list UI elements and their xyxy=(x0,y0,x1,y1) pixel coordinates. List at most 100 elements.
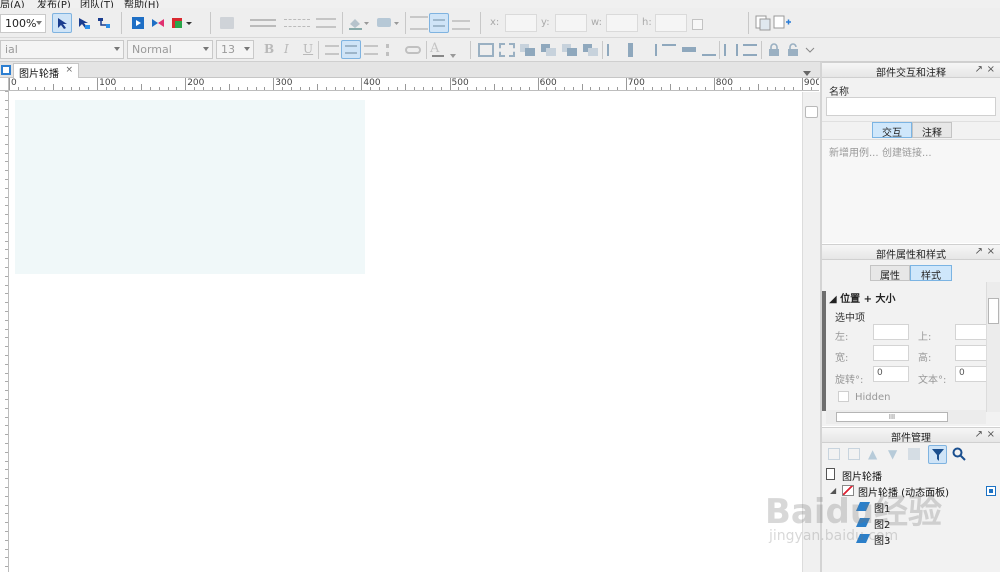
line-style-icon[interactable] xyxy=(250,19,276,27)
properties-vertical-scrollbar[interactable] xyxy=(986,282,1000,412)
canvas-vertical-scrollbar[interactable] xyxy=(802,92,820,572)
align-middle-text-button[interactable] xyxy=(429,13,449,33)
align-bottom-text-icon[interactable] xyxy=(452,20,470,30)
bring-front-icon[interactable] xyxy=(520,44,536,60)
align-center-button[interactable] xyxy=(341,40,361,59)
text-rotate-field[interactable]: 0 xyxy=(955,366,987,382)
font-style-select[interactable]: Normal xyxy=(127,40,213,59)
dynamic-panel-widget[interactable] xyxy=(15,100,365,274)
top-field[interactable] xyxy=(955,324,987,340)
tab-properties[interactable]: 属性 xyxy=(870,265,910,282)
scrollbar-thumb[interactable] xyxy=(805,106,818,118)
preview-button[interactable] xyxy=(128,13,148,33)
sitemap-icon[interactable] xyxy=(1,65,11,78)
w-field[interactable] xyxy=(606,14,638,32)
new-case-link[interactable]: 新增用例... xyxy=(829,144,879,159)
font-family-select[interactable]: ial xyxy=(0,40,124,59)
delete-state-icon[interactable] xyxy=(908,448,920,460)
properties-horizontal-scrollbar[interactable]: III xyxy=(826,410,986,424)
position-size-section[interactable]: ◢ 位置 + 大小 xyxy=(829,290,896,305)
tab-interactions[interactable]: 交互 xyxy=(872,122,912,139)
menu-layout[interactable]: 局(A) xyxy=(0,0,25,8)
scrollbar-thumb[interactable]: III xyxy=(836,412,948,422)
close-icon[interactable]: × xyxy=(65,65,73,75)
search-icon[interactable] xyxy=(952,447,966,464)
select-contain-button[interactable] xyxy=(74,13,94,33)
menu-help[interactable]: 帮助(H) xyxy=(124,0,159,8)
height-field[interactable] xyxy=(955,345,987,361)
scrollbar-thumb[interactable] xyxy=(988,298,999,324)
move-up-icon[interactable]: ▲ xyxy=(868,447,877,461)
chevron-down-icon[interactable] xyxy=(450,48,456,61)
italic-icon[interactable]: I xyxy=(284,42,289,56)
select-intersect-button[interactable] xyxy=(52,13,72,33)
zoom-select[interactable]: 100% xyxy=(0,14,46,33)
width-field[interactable] xyxy=(873,345,909,361)
design-canvas[interactable] xyxy=(9,92,802,572)
outline-state-row[interactable]: 图1 xyxy=(822,499,1000,515)
line-pattern-icon[interactable] xyxy=(284,19,310,27)
add-state-icon[interactable] xyxy=(828,448,840,460)
fill-style-icon[interactable] xyxy=(220,17,234,29)
hidden-checkbox[interactable] xyxy=(838,391,849,402)
collapse-strip[interactable] xyxy=(822,291,826,411)
left-field[interactable] xyxy=(873,324,909,340)
outline-panel-row[interactable]: ◢ 图片轮播 (动态面板) xyxy=(822,483,1000,499)
connector-button[interactable] xyxy=(94,13,114,33)
align-top-text-icon[interactable] xyxy=(410,16,428,30)
pin-icon[interactable]: ↗ xyxy=(975,64,983,75)
align-left-icon[interactable] xyxy=(325,45,339,55)
tab-style[interactable]: 样式 xyxy=(910,265,952,282)
font-size-select[interactable]: 13 xyxy=(216,40,254,59)
menu-team[interactable]: 团队(T) xyxy=(80,0,114,8)
align-objects-bottom-icon[interactable] xyxy=(702,44,716,56)
bring-forward-icon[interactable] xyxy=(541,44,557,60)
duplicate-state-icon[interactable] xyxy=(848,448,860,460)
y-field[interactable] xyxy=(555,14,587,32)
align-objects-top-icon[interactable] xyxy=(662,44,676,56)
lock-icon[interactable] xyxy=(767,43,781,60)
align-objects-center-icon[interactable] xyxy=(628,43,642,57)
rotate-field[interactable]: 0 xyxy=(873,366,909,382)
align-right-icon[interactable] xyxy=(364,45,378,55)
send-back-icon[interactable] xyxy=(583,44,599,60)
shadow-icon[interactable] xyxy=(376,16,400,33)
publish-button[interactable] xyxy=(168,13,196,33)
unlock-icon[interactable] xyxy=(786,43,800,60)
tab-notes[interactable]: 注释 xyxy=(912,122,952,139)
more-tools-icon[interactable] xyxy=(805,44,815,59)
create-link-link[interactable]: 创建链接... xyxy=(882,144,932,159)
bold-icon[interactable]: B xyxy=(264,42,274,56)
menu-publish[interactable]: 发布(P) xyxy=(37,0,71,8)
send-backward-icon[interactable] xyxy=(562,44,578,60)
master-icon[interactable] xyxy=(754,15,772,34)
outline-page-row[interactable]: 图片轮播 xyxy=(822,467,1000,483)
close-icon[interactable]: × xyxy=(987,429,995,440)
hidden-checkbox[interactable] xyxy=(692,19,703,30)
arrow-style-icon[interactable] xyxy=(316,18,336,28)
align-objects-right-icon[interactable] xyxy=(643,44,657,56)
visibility-icon[interactable] xyxy=(986,486,996,496)
font-color-icon[interactable]: A xyxy=(430,41,439,56)
pin-icon[interactable]: ↗ xyxy=(975,429,983,440)
group-icon[interactable] xyxy=(478,43,494,57)
bullet-list-icon[interactable] xyxy=(386,44,400,56)
link-icon[interactable] xyxy=(405,46,421,54)
share-button[interactable] xyxy=(148,13,168,33)
tab-page[interactable]: 图片轮播 × xyxy=(13,63,79,80)
fill-color-icon[interactable] xyxy=(348,16,370,33)
distribute-vertical-icon[interactable] xyxy=(743,44,757,56)
outline-state-row[interactable]: 图3 xyxy=(822,531,1000,547)
h-field[interactable] xyxy=(655,14,687,32)
name-input[interactable] xyxy=(826,97,996,116)
align-objects-left-icon[interactable] xyxy=(607,44,621,56)
distribute-horizontal-icon[interactable] xyxy=(724,44,738,56)
underline-icon[interactable]: U xyxy=(303,42,313,56)
x-field[interactable] xyxy=(505,14,537,32)
close-icon[interactable]: × xyxy=(987,246,995,257)
pin-icon[interactable]: ↗ xyxy=(975,246,983,257)
ungroup-icon[interactable] xyxy=(499,43,515,57)
move-down-icon[interactable]: ▼ xyxy=(888,447,897,461)
outline-state-row[interactable]: 图2 xyxy=(822,515,1000,531)
close-icon[interactable]: × xyxy=(987,64,995,75)
